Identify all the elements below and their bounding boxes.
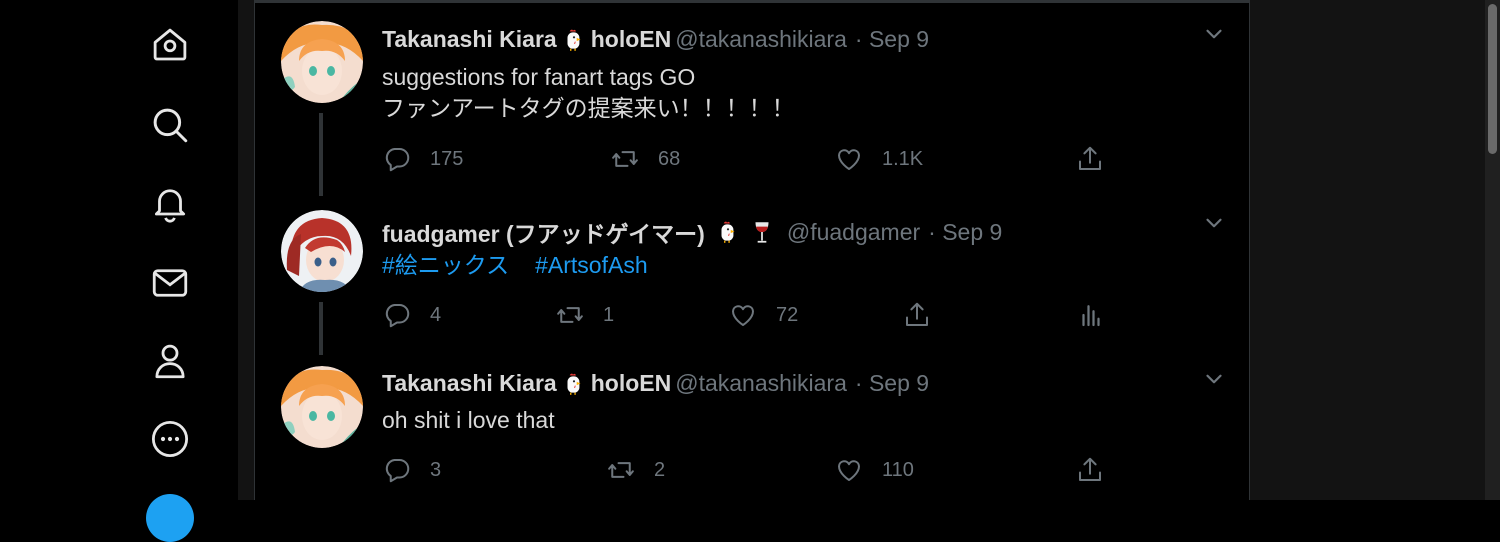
avatar[interactable] [281, 366, 363, 448]
tweet-header: Takanashi Kiara holoEN @takanashikiara ·… [382, 370, 929, 397]
retweet-count: 68 [658, 147, 681, 170]
thread-line [319, 113, 323, 196]
retweet-icon [606, 455, 636, 485]
analytics-button[interactable] [1076, 300, 1106, 330]
like-button[interactable]: 1.1K [834, 144, 923, 174]
chevron-down-icon[interactable] [1201, 21, 1227, 47]
retweet-icon [610, 144, 640, 174]
reply-button[interactable]: 175 [382, 144, 463, 174]
tweet-text-line: ファンアートタグの提案来い！！！！！ [382, 95, 795, 121]
reply-icon [382, 300, 412, 330]
explore-button[interactable] [145, 100, 195, 150]
like-button[interactable]: 72 [728, 300, 798, 330]
tweet-text-line: oh shit i love that [382, 407, 555, 433]
more-button[interactable] [145, 414, 195, 464]
retweet-count: 2 [654, 458, 666, 481]
author-name[interactable]: Takanashi Kiara [382, 26, 557, 53]
like-button[interactable]: 110 [834, 455, 914, 485]
tweet-date[interactable]: · Sep 9 [855, 26, 929, 53]
share-button[interactable] [902, 300, 932, 330]
tweet[interactable]: fuadgamer (フアッドゲイマー) @fuadgamer · Sep 9 … [255, 210, 1247, 355]
bell-icon [154, 189, 186, 223]
author-handle[interactable]: @takanashikiara [675, 26, 847, 53]
divider [254, 0, 1250, 3]
chicken-emoji [561, 371, 587, 397]
author-name[interactable]: Takanashi Kiara [382, 370, 557, 397]
tweet-actions: 3 2 110 [382, 455, 1242, 485]
share-icon [1075, 144, 1105, 174]
tweet[interactable]: Takanashi Kiara holoEN @takanashikiara ·… [255, 366, 1247, 500]
reply-button[interactable]: 4 [382, 300, 441, 330]
tweet-header: fuadgamer (フアッドゲイマー) @fuadgamer · Sep 9 [382, 215, 1002, 249]
left-gutter [238, 0, 254, 500]
home-button[interactable] [145, 20, 195, 70]
tweet[interactable]: Takanashi Kiara holoEN @takanashikiara ·… [255, 21, 1247, 196]
reply-icon [382, 144, 412, 174]
messages-button[interactable] [145, 258, 195, 308]
reply-button[interactable]: 3 [382, 455, 441, 485]
tweet-text: oh shit i love that [382, 405, 555, 436]
more-icon [151, 420, 189, 458]
thread-line [319, 302, 323, 355]
chicken-emoji [561, 27, 587, 53]
share-icon [902, 300, 932, 330]
author-name-suffix[interactable]: holoEN [591, 370, 672, 397]
right-gutter [1250, 0, 1485, 500]
like-count: 1.1K [882, 147, 924, 170]
like-count: 110 [882, 458, 914, 481]
tweet-actions: 4 1 72 [382, 300, 1242, 330]
reply-count: 4 [430, 303, 442, 326]
search-icon [153, 108, 188, 143]
retweet-icon [555, 300, 585, 330]
author-name-suffix[interactable]: holoEN [591, 26, 672, 53]
compose-tweet-button[interactable] [146, 494, 194, 542]
share-button[interactable] [1075, 144, 1105, 174]
tweet-text-line: suggestions for fanart tags GO [382, 64, 696, 90]
reply-count: 3 [430, 458, 442, 481]
profile-icon [155, 344, 185, 379]
heart-icon [728, 300, 758, 330]
sidebar-nav [0, 0, 238, 542]
tweet-date[interactable]: · Sep 9 [928, 219, 1002, 246]
chevron-down-icon[interactable] [1201, 366, 1227, 392]
retweet-button[interactable]: 2 [606, 455, 665, 485]
hashtag-link[interactable]: #絵ニックス [382, 252, 509, 278]
mail-icon [152, 269, 188, 297]
chevron-down-icon[interactable] [1201, 210, 1227, 236]
heart-icon [834, 144, 864, 174]
reply-count: 175 [430, 147, 464, 170]
author-name[interactable]: fuadgamer (フアッドゲイマー) [382, 215, 705, 249]
tweet-header: Takanashi Kiara holoEN @takanashikiara ·… [382, 26, 929, 53]
home-icon [153, 28, 187, 61]
heart-icon [834, 455, 864, 485]
hashtag-link[interactable]: #ArtsofAsh [535, 252, 648, 278]
tweet-date[interactable]: · Sep 9 [855, 370, 929, 397]
avatar[interactable] [281, 21, 363, 103]
retweet-count: 1 [603, 303, 615, 326]
wine-glass-emoji [749, 219, 775, 245]
tweet-text: #絵ニックス #ArtsofAsh [382, 250, 674, 281]
reply-icon [382, 455, 412, 485]
retweet-button[interactable]: 68 [610, 144, 680, 174]
analytics-icon [1076, 300, 1106, 330]
scrollbar-thumb[interactable] [1488, 4, 1497, 154]
notifications-button[interactable] [145, 178, 195, 228]
tweet-actions: 175 68 1.1K [382, 144, 1242, 174]
profile-button[interactable] [145, 336, 195, 386]
chicken-emoji [715, 219, 741, 245]
share-icon [1075, 455, 1105, 485]
retweet-button[interactable]: 1 [555, 300, 614, 330]
author-handle[interactable]: @fuadgamer [787, 219, 920, 246]
tweet-text: suggestions for fanart tags GO ファンアートタグの… [382, 62, 795, 124]
author-handle[interactable]: @takanashikiara [675, 370, 847, 397]
avatar[interactable] [281, 210, 363, 292]
share-button[interactable] [1075, 455, 1105, 485]
like-count: 72 [776, 303, 799, 326]
